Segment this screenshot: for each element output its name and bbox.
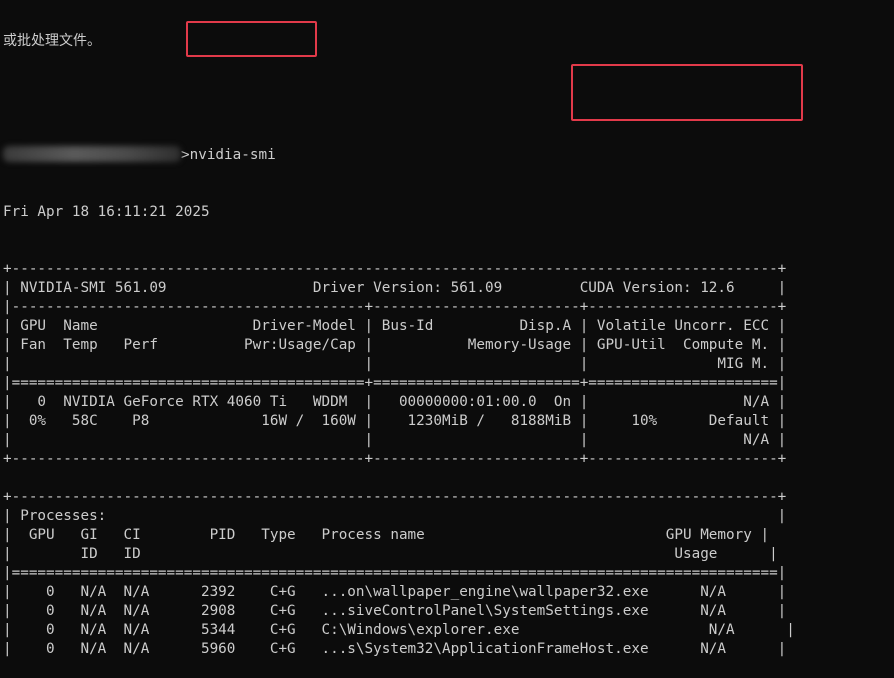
table-line: +---------------------------------------… — [3, 489, 787, 505]
table-line: | 0 N/A N/A 2392 C+G ...on\wallpaper_eng… — [3, 584, 787, 600]
previous-output-line: 或批处理文件。 — [3, 33, 101, 49]
prompt-suffix: > — [181, 147, 190, 163]
table-line: |=======================================… — [3, 565, 787, 581]
terminal-output: 或批处理文件。 >nvidia-smi Fri Apr 18 16:11:21 … — [3, 0, 894, 678]
timestamp-line: Fri Apr 18 16:11:21 2025 — [3, 204, 210, 220]
table-line: | | | MIG M. | — [3, 356, 787, 372]
table-line: | GPU Name Driver-Model | Bus-Id Disp.A … — [3, 318, 787, 334]
table-line: | 0 NVIDIA GeForce RTX 4060 Ti WDDM | 00… — [3, 394, 787, 410]
command-text: nvidia-smi — [189, 147, 276, 163]
nvidia-smi-table: +---------------------------------------… — [3, 260, 894, 659]
table-line: | 0 N/A N/A 2908 C+G ...siveControlPanel… — [3, 603, 787, 619]
table-line: | Processes: | — [3, 508, 787, 524]
table-line: | | | N/A | — [3, 432, 787, 448]
table-line: | Fan Temp Perf Pwr:Usage/Cap | Memory-U… — [3, 337, 787, 353]
table-line: |---------------------------------------… — [3, 299, 787, 315]
table-line — [3, 469, 894, 488]
table-line: | NVIDIA-SMI 561.09 Driver Version: 561.… — [3, 280, 787, 296]
command-line[interactable]: >nvidia-smi — [3, 146, 894, 165]
redacted-prompt-path — [3, 146, 181, 162]
table-line: |=======================================… — [3, 375, 787, 391]
table-line: +---------------------------------------… — [3, 261, 787, 277]
table-line: | 0% 58C P8 16W / 160W | 1230MiB / 8188M… — [3, 413, 787, 429]
table-line: | 0 N/A N/A 5960 C+G ...s\System32\Appli… — [3, 641, 787, 657]
table-line: | 0 N/A N/A 5344 C+G C:\Windows\explorer… — [3, 622, 795, 638]
terminal-window: { "terminal": { "top_text": "或批处理文件。", "… — [0, 0, 894, 657]
table-line: | GPU GI CI PID Type Process name GPU Me… — [3, 527, 770, 543]
table-line: +---------------------------------------… — [3, 451, 787, 467]
table-line: | ID ID Usage | — [3, 546, 778, 562]
